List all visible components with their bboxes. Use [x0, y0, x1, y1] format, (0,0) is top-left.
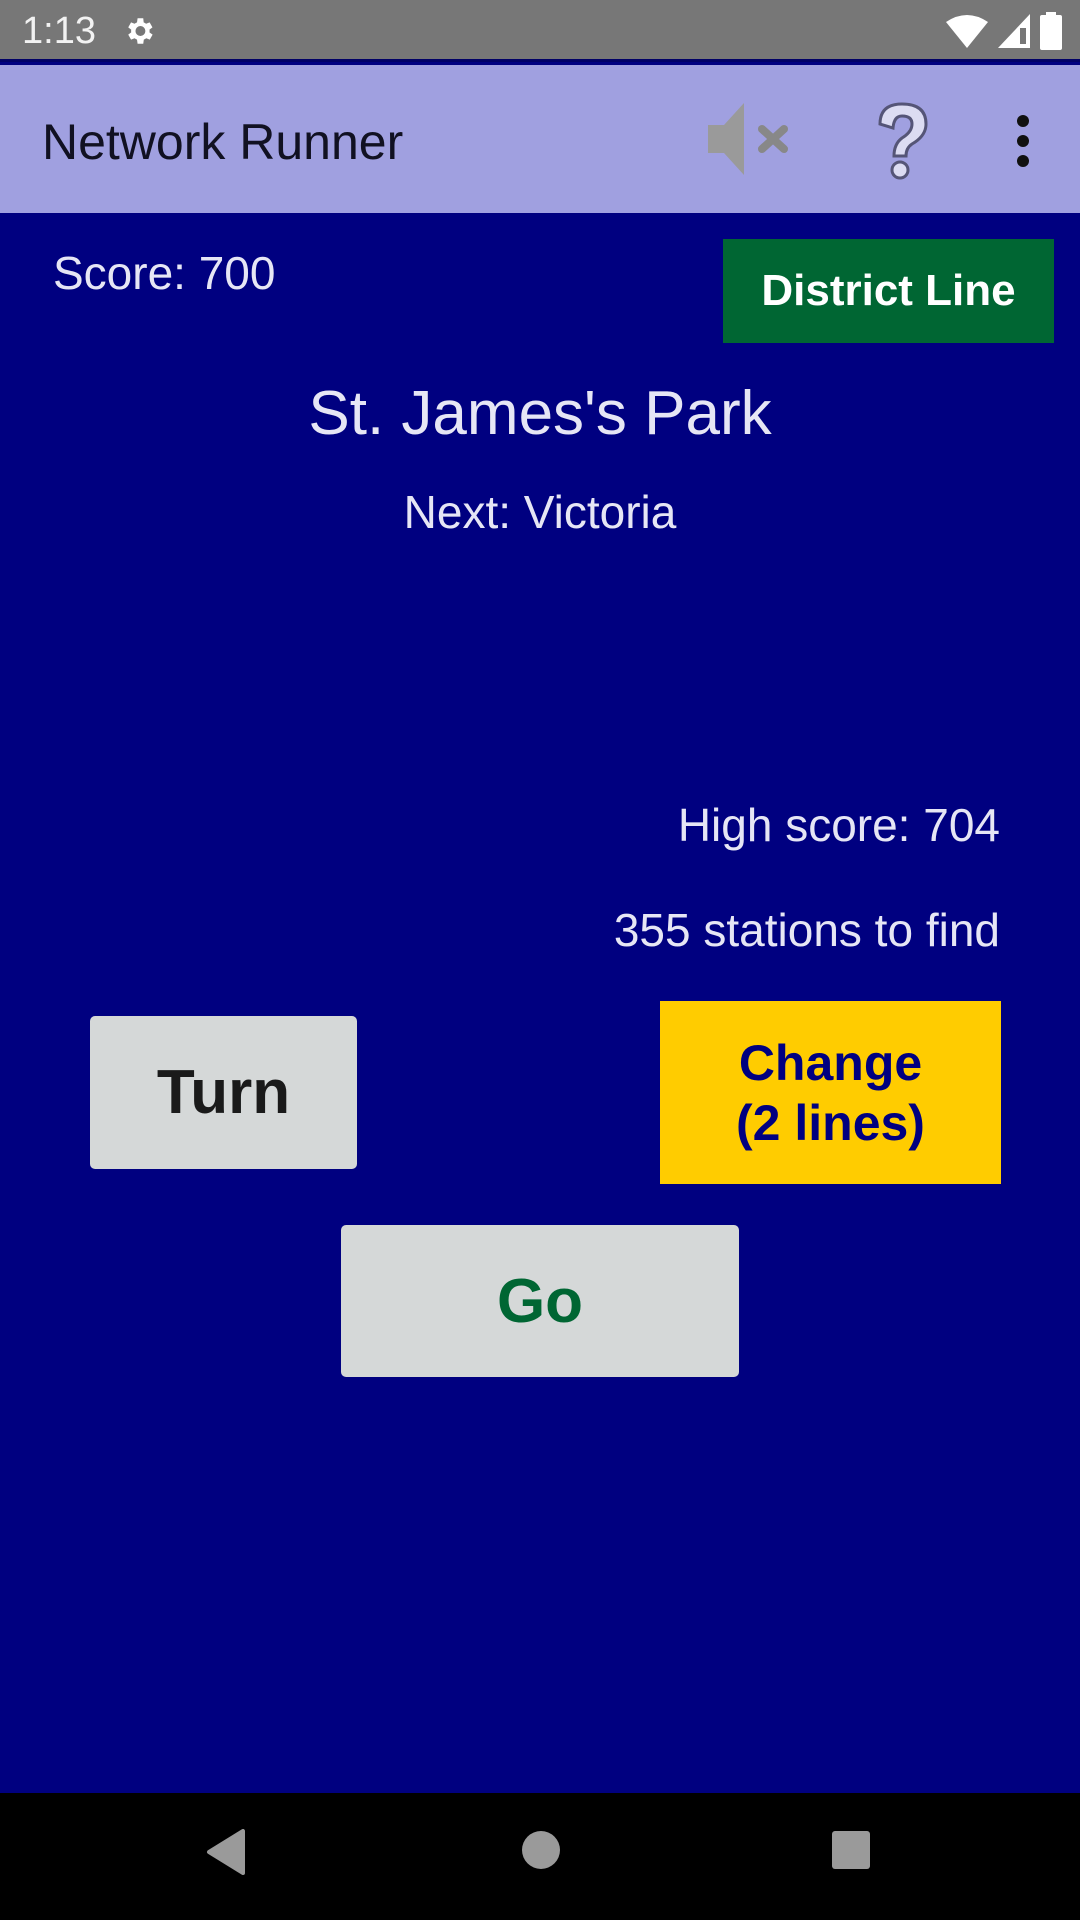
app-title: Network Runner [42, 114, 404, 170]
help-icon[interactable] [872, 100, 932, 184]
go-button[interactable]: Go [341, 1225, 739, 1377]
back-icon[interactable] [205, 1829, 245, 1875]
more-vert-icon[interactable] [1000, 105, 1046, 177]
mute-icon[interactable] [706, 103, 794, 175]
signal-icon [998, 14, 1030, 48]
recents-icon[interactable] [831, 1830, 871, 1870]
navigation-bar [0, 1793, 1080, 1920]
gear-icon [128, 18, 153, 44]
current-station: St. James's Park [308, 379, 772, 448]
battery-icon [1040, 12, 1062, 50]
change-line-button[interactable]: Change (2 lines) [660, 1001, 1001, 1184]
high-score-label: High score: 704 [677, 799, 1000, 851]
game-area: Score: 700 District Line St. James's Par… [0, 213, 1080, 1793]
next-station: Next: Victoria [403, 486, 677, 538]
score-label: Score: 700 [53, 247, 276, 299]
status-time: 1:13 [22, 10, 96, 52]
status-bar: 1:13 [0, 0, 1080, 62]
home-icon[interactable] [521, 1830, 561, 1870]
turn-button[interactable]: Turn [90, 1016, 357, 1169]
stations-remaining-label: 355 stations to find [613, 904, 1000, 956]
current-line-badge: District Line [723, 239, 1054, 343]
wifi-icon [946, 15, 988, 48]
